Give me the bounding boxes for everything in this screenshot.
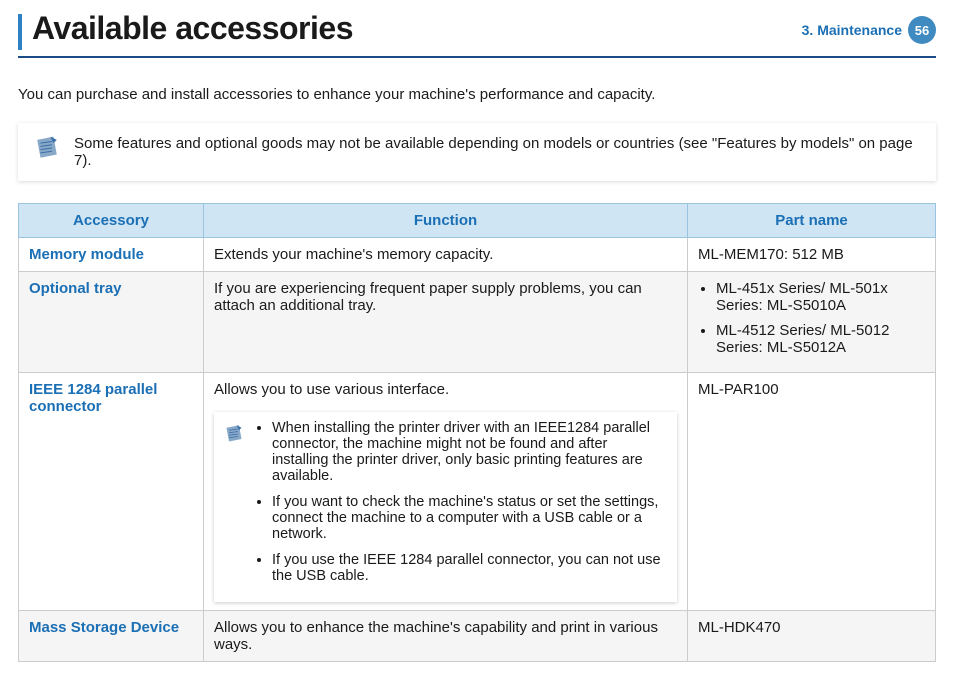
accessory-function: Allows you to use various interface. Whe…: [204, 373, 688, 611]
accessory-part: ML-HDK470: [688, 611, 936, 662]
col-accessory: Accessory: [19, 204, 204, 238]
table-row: Mass Storage Device Allows you to enhanc…: [19, 611, 936, 662]
table-row: Memory module Extends your machine's mem…: [19, 238, 936, 272]
function-text: Allows you to use various interface.: [214, 381, 449, 398]
table-row: IEEE 1284 parallel connector Allows you …: [19, 373, 936, 611]
col-function: Function: [204, 204, 688, 238]
note-icon: [34, 135, 60, 166]
accessory-function: If you are experiencing frequent paper s…: [204, 272, 688, 373]
accessory-part: ML-PAR100: [688, 373, 936, 611]
accessory-name: IEEE 1284 parallel connector: [19, 373, 204, 611]
page-header: Available accessories 3. Maintenance 56: [18, 10, 936, 58]
part-list-item: ML-4512 Series/ ML-5012 Series: ML-S5012…: [716, 322, 925, 356]
header-accent-bar: [18, 14, 22, 50]
document-page: Available accessories 3. Maintenance 56 …: [0, 0, 954, 692]
info-note: Some features and optional goods may not…: [18, 123, 936, 181]
info-note-text: Some features and optional goods may not…: [74, 135, 924, 169]
accessory-function: Extends your machine's memory capacity.: [204, 238, 688, 272]
page-number-badge: 56: [908, 16, 936, 44]
page-title: Available accessories: [32, 10, 802, 47]
note-list-item: If you use the IEEE 1284 parallel connec…: [272, 552, 667, 584]
table-header-row: Accessory Function Part name: [19, 204, 936, 238]
note-list-item: When installing the printer driver with …: [272, 420, 667, 484]
intro-text: You can purchase and install accessories…: [18, 86, 936, 103]
accessory-part: ML-MEM170: 512 MB: [688, 238, 936, 272]
accessory-part: ML-451x Series/ ML-501x Series: ML-S5010…: [688, 272, 936, 373]
accessory-name: Mass Storage Device: [19, 611, 204, 662]
part-list-item: ML-451x Series/ ML-501x Series: ML-S5010…: [716, 280, 925, 314]
note-icon: [224, 420, 244, 448]
inline-note: When installing the printer driver with …: [214, 412, 677, 602]
chapter-label: 3. Maintenance: [802, 22, 902, 38]
col-partname: Part name: [688, 204, 936, 238]
accessory-name: Optional tray: [19, 272, 204, 373]
accessories-table: Accessory Function Part name Memory modu…: [18, 203, 936, 662]
accessory-function: Allows you to enhance the machine's capa…: [204, 611, 688, 662]
note-list-item: If you want to check the machine's statu…: [272, 494, 667, 542]
accessory-name: Memory module: [19, 238, 204, 272]
table-row: Optional tray If you are experiencing fr…: [19, 272, 936, 373]
